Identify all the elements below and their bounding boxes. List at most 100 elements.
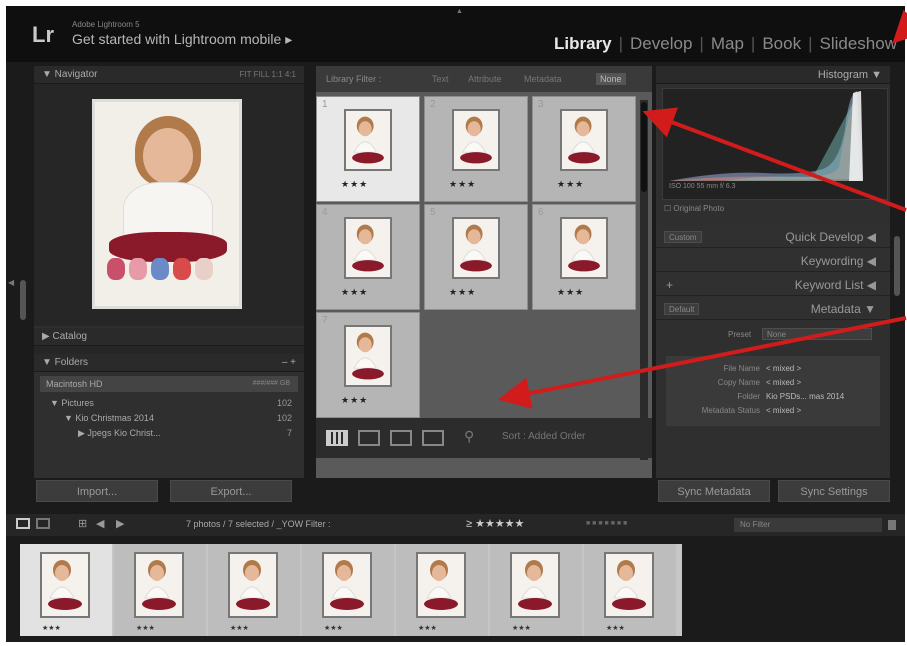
- catalog-header[interactable]: ▶ Catalog: [34, 328, 304, 346]
- filmstrip-thumbnail[interactable]: [322, 552, 372, 618]
- filter-metadata[interactable]: Metadata: [520, 73, 566, 85]
- grid-thumbnail[interactable]: [452, 217, 500, 279]
- filmstrip-frame[interactable]: ★★★: [396, 544, 488, 636]
- metadata-value[interactable]: < mixed >: [766, 376, 801, 390]
- metadata-row[interactable]: Metadata Status < mixed >: [666, 404, 880, 418]
- module-library[interactable]: Library: [554, 34, 612, 53]
- metadata-header[interactable]: Default Metadata ▼: [656, 298, 890, 320]
- module-develop[interactable]: Develop: [630, 34, 692, 53]
- filmstrip-frame[interactable]: ★★★: [208, 544, 300, 636]
- grid-nav-icon[interactable]: ⊞: [78, 517, 87, 530]
- filmstrip-thumbnail[interactable]: [40, 552, 90, 618]
- module-slideshow[interactable]: Slideshow: [820, 34, 898, 53]
- navigator-zoom-options[interactable]: FIT FILL 1:1 4:1: [240, 66, 296, 84]
- back-arrow-icon[interactable]: ◀: [96, 517, 104, 530]
- grid-cell[interactable]: 5 ★★★: [424, 204, 528, 310]
- grid-scroll-thumb[interactable]: [641, 102, 647, 192]
- grid-cell[interactable]: 1 ★★★: [316, 96, 420, 202]
- filter-lock-icon[interactable]: [888, 520, 896, 530]
- grid-cell-rating[interactable]: ★★★: [341, 287, 368, 298]
- grid-thumbnail[interactable]: [344, 325, 392, 387]
- grid-thumbnail[interactable]: [560, 109, 608, 171]
- filmstrip-frame[interactable]: ★★★: [584, 544, 676, 636]
- quick-develop-header[interactable]: Custom Quick Develop ◀: [656, 226, 890, 248]
- filmstrip-frame[interactable]: ★★★: [20, 544, 112, 636]
- grid-cell[interactable]: 3 ★★★: [532, 96, 636, 202]
- preset-dropdown[interactable]: None: [762, 328, 872, 340]
- right-panel-scrollbar[interactable]: [894, 236, 900, 296]
- mobile-promo-link[interactable]: Get started with Lightroom mobile ▸: [72, 31, 292, 48]
- main-window-icon[interactable]: [16, 518, 30, 529]
- grid-cell[interactable]: 4 ★★★: [316, 204, 420, 310]
- navigator-header[interactable]: ▼ Navigator FIT FILL 1:1 4:1: [34, 66, 304, 84]
- left-panel-scrollbar[interactable]: [20, 280, 26, 320]
- original-photo-checkbox[interactable]: ☐ Original Photo: [664, 204, 724, 213]
- folders-add-remove[interactable]: – +: [282, 354, 296, 372]
- sync-metadata-button[interactable]: Sync Metadata: [658, 480, 770, 502]
- survey-view-icon[interactable]: [422, 430, 444, 446]
- grid-cell[interactable]: 6 ★★★: [532, 204, 636, 310]
- grid-cell[interactable]: 2 ★★★: [424, 96, 528, 202]
- folder-row[interactable]: ▼ Kio Christmas 2014 102: [34, 411, 304, 426]
- histogram-header[interactable]: Histogram ▼: [656, 66, 890, 84]
- metadata-value[interactable]: Kio PSDs... mas 2014: [766, 390, 844, 404]
- grid-thumbnail[interactable]: [452, 109, 500, 171]
- grid-view-icon[interactable]: [326, 430, 348, 446]
- filmstrip-frame[interactable]: ★★★: [490, 544, 582, 636]
- filmstrip-thumbnail[interactable]: [604, 552, 654, 618]
- metadata-fields: File Name < mixed > Copy Name < mixed > Fo…: [666, 356, 880, 426]
- filmstrip-thumbnail[interactable]: [416, 552, 466, 618]
- grid-thumbnail[interactable]: [344, 217, 392, 279]
- rating-filter[interactable]: ≥ ★★★★★: [466, 517, 524, 530]
- volume-row[interactable]: Macintosh HD ###/### GB: [40, 376, 298, 392]
- filmstrip-frame[interactable]: ★★★: [302, 544, 394, 636]
- painter-icon[interactable]: ⚲: [464, 428, 474, 445]
- panel-collapse-triangle-icon[interactable]: ▲: [456, 8, 463, 15]
- metadata-preset-dropdown[interactable]: Default: [664, 303, 700, 315]
- filter-preset-dropdown[interactable]: No Filter: [734, 518, 882, 532]
- grid-cell-rating[interactable]: ★★★: [341, 395, 368, 406]
- sync-settings-button[interactable]: Sync Settings: [778, 480, 890, 502]
- navigator-preview[interactable]: [34, 84, 304, 326]
- loupe-view-icon[interactable]: [358, 430, 380, 446]
- grid-cell-rating[interactable]: ★★★: [449, 287, 476, 298]
- import-button[interactable]: Import...: [36, 480, 158, 502]
- second-window-icon[interactable]: [36, 518, 50, 529]
- color-label-filter[interactable]: ■ ■ ■ ■ ■ ■ ■: [586, 520, 627, 527]
- filmstrip-thumbnail[interactable]: [228, 552, 278, 618]
- filter-text[interactable]: Text: [428, 73, 453, 85]
- filmstrip-frame[interactable]: ★★★: [114, 544, 206, 636]
- metadata-value[interactable]: < mixed >: [766, 362, 801, 376]
- folder-row[interactable]: ▶ Jpegs Kio Christ... 7: [34, 426, 304, 441]
- folders-header[interactable]: ▼ Folders – +: [34, 354, 304, 372]
- grid-cell-rating[interactable]: ★★★: [341, 179, 368, 190]
- metadata-value[interactable]: < mixed >: [766, 404, 801, 418]
- compare-view-icon[interactable]: [390, 430, 412, 446]
- metadata-row[interactable]: File Name < mixed >: [666, 362, 880, 376]
- export-button[interactable]: Export...: [170, 480, 292, 502]
- filter-attribute[interactable]: Attribute: [464, 73, 506, 85]
- module-map[interactable]: Map: [711, 34, 744, 53]
- filmstrip-thumbnail[interactable]: [134, 552, 184, 618]
- grid-cell-rating[interactable]: ★★★: [557, 287, 584, 298]
- sort-control[interactable]: Sort : Added Order: [502, 431, 585, 442]
- forward-arrow-icon[interactable]: ▶: [116, 517, 124, 530]
- grid-thumbnail[interactable]: [344, 109, 392, 171]
- filmstrip-thumbnail[interactable]: [510, 552, 560, 618]
- module-book[interactable]: Book: [762, 34, 801, 53]
- grid-cell-rating[interactable]: ★★★: [557, 179, 584, 190]
- grid-cell[interactable]: 7 ★★★: [316, 312, 420, 418]
- grid-scrollbar[interactable]: [640, 100, 648, 460]
- folder-row[interactable]: ▼ Pictures 102: [34, 396, 304, 411]
- saved-preset-dropdown[interactable]: Custom: [664, 231, 702, 243]
- filter-none[interactable]: None: [596, 73, 626, 85]
- left-panel-collapse-triangle-icon[interactable]: ◀: [8, 278, 14, 287]
- histogram[interactable]: ISO 100 55 mm f/ 6.3: [662, 88, 888, 200]
- metadata-row[interactable]: Folder Kio PSDs... mas 2014: [666, 390, 880, 404]
- grid-thumbnail[interactable]: [560, 217, 608, 279]
- grid-cell-rating[interactable]: ★★★: [449, 179, 476, 190]
- keyword-list-header[interactable]: + Keyword List ◀: [656, 274, 890, 296]
- metadata-row[interactable]: Copy Name < mixed >: [666, 376, 880, 390]
- keywording-header[interactable]: Keywording ◀: [656, 250, 890, 272]
- add-keyword-icon[interactable]: +: [666, 274, 673, 296]
